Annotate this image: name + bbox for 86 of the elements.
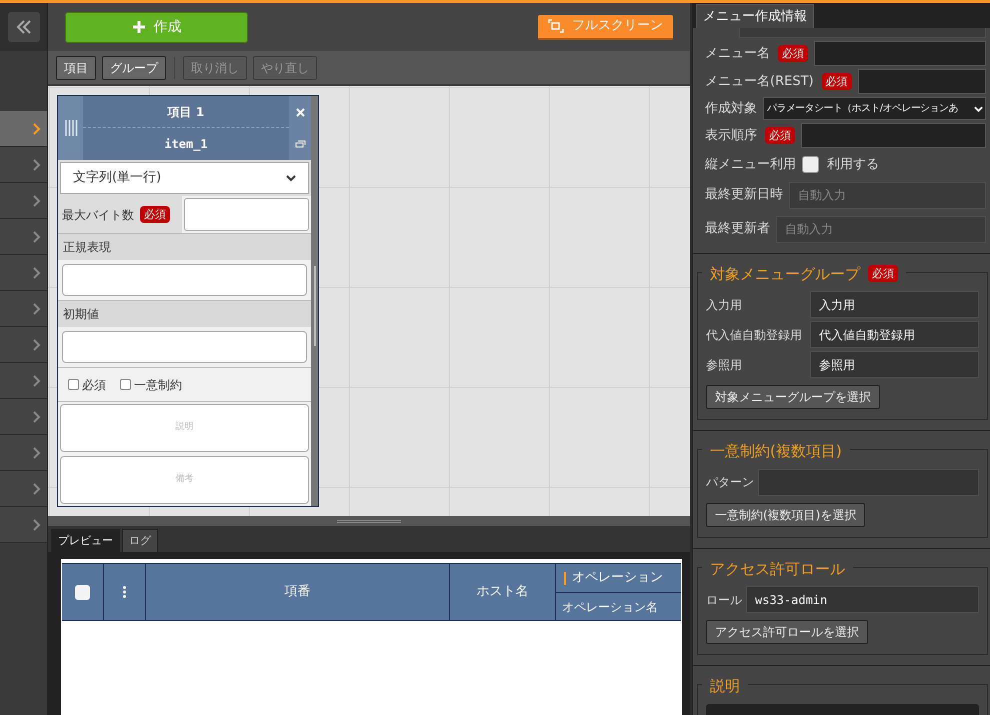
section-title: 一意制約(複数項目) [710, 441, 842, 462]
sidebar-item[interactable] [0, 471, 47, 507]
input-field[interactable]: ws33-admin [746, 586, 979, 613]
field-label: パターン [706, 474, 755, 491]
sidebar-item[interactable] [0, 183, 47, 219]
field-label: 表示順序 [705, 126, 757, 145]
select-button[interactable]: 対象メニューグループを選択 [706, 385, 880, 409]
sidebar-item[interactable] [0, 435, 47, 471]
field-label: 最終更新者 [705, 220, 770, 238]
more-vertical-icon [123, 586, 126, 598]
section-title: 説明 [710, 676, 740, 697]
section-title: 対象メニューグループ [710, 264, 860, 284]
tab[interactable]: ログ [122, 529, 158, 552]
field-label: 入力用 [706, 296, 743, 314]
close-icon [296, 108, 304, 116]
field-label: 最大バイト数 [62, 206, 134, 224]
input-field[interactable]: 自動入力 [776, 216, 986, 242]
input-field[interactable] [858, 69, 986, 94]
field-label: ロール [706, 592, 743, 608]
required-badge: 必須 [140, 206, 170, 223]
expand-icon [548, 19, 564, 33]
select-field[interactable]: パラメータシート（ホスト/オペレーションあ [763, 97, 986, 120]
item-title: 項目 1 [168, 104, 204, 120]
chevron-down-icon [974, 104, 983, 112]
sidebar-item[interactable] [0, 111, 47, 147]
checkbox[interactable] [802, 156, 819, 174]
double-chevron-left-icon [16, 20, 32, 34]
input-field[interactable]: 入力用 [810, 291, 979, 318]
field-label: 正規表現 [63, 239, 111, 256]
sidebar-item[interactable] [0, 399, 47, 435]
input-field[interactable] [184, 198, 309, 231]
input-field[interactable] [62, 331, 307, 363]
chevron-down-icon [286, 174, 296, 182]
input-field[interactable] [758, 468, 979, 496]
plus-icon [132, 20, 146, 34]
field-label: メニュー名(REST) [705, 72, 814, 91]
field-label: メニュー名 [705, 44, 770, 63]
collapse-button[interactable] [8, 12, 40, 42]
input-field[interactable] [814, 41, 986, 66]
checkbox[interactable] [75, 584, 90, 600]
input-field[interactable]: 参照用 [810, 351, 979, 378]
column-header: ホスト名 [476, 583, 528, 602]
column-header: 項番 [284, 583, 310, 602]
input-field[interactable]: 自動入力 [789, 182, 986, 208]
section-title: アクセス許可ロール [710, 558, 845, 580]
field-label: 初期値 [63, 306, 99, 323]
toolbar-button[interactable]: グループ [102, 56, 166, 80]
item-name: item_1 [164, 136, 208, 153]
checkbox-label: 必須 [82, 376, 106, 394]
field-label: 作成対象 [705, 100, 757, 118]
checkbox-label: 利用する [827, 156, 879, 174]
sidebar-item[interactable] [0, 363, 47, 399]
checkbox[interactable] [120, 379, 131, 390]
sidebar-item[interactable] [0, 147, 47, 183]
type-select[interactable]: 文字列(単一行) [60, 162, 309, 194]
panel-tab[interactable]: メニュー作成情報 [696, 4, 814, 28]
item-card[interactable]: 項目 1 item_1 文字列(単一行) 最大バイト数 必須 正規表現 初期値 必須 一意制約 説明 備考 [57, 95, 319, 507]
input-field[interactable] [739, 28, 986, 38]
field-label: 参照用 [706, 356, 743, 374]
checkbox-label: 一意制約 [134, 376, 182, 394]
required-badge: 必須 [765, 127, 795, 144]
sidebar-item[interactable] [0, 255, 47, 291]
checkbox[interactable] [68, 379, 79, 390]
required-badge: 必須 [778, 45, 808, 62]
required-badge: 必須 [822, 73, 852, 90]
required-badge: 必須 [868, 265, 898, 282]
tab[interactable]: プレビュー [51, 529, 120, 552]
input-field[interactable]: 代入値自動登録用 [810, 321, 979, 348]
description-field[interactable]: 説明 [60, 404, 309, 452]
input-field[interactable] [62, 264, 307, 296]
select-button[interactable]: アクセス許可ロールを選択 [706, 620, 868, 644]
column-header: オペレーション名 [562, 598, 658, 616]
sidebar-item[interactable] [0, 219, 47, 255]
sidebar-item[interactable] [0, 327, 47, 363]
field-label: 最終更新日時 [705, 186, 783, 204]
sidebar-item[interactable] [0, 507, 47, 543]
copy-icon [294, 140, 306, 148]
select-button[interactable]: 一意制約(複数項目)を選択 [706, 502, 866, 526]
drag-handle-icon [64, 120, 78, 136]
input-field[interactable] [801, 123, 986, 148]
field-label: 縦メニュー利用 [705, 156, 796, 174]
field-label: 代入値自動登録用 [706, 326, 803, 344]
column-header: オペレーション [572, 569, 663, 588]
toolbar-button[interactable]: 項目 [56, 56, 96, 80]
sidebar-item[interactable] [0, 291, 47, 327]
remarks-field[interactable]: 備考 [60, 456, 309, 504]
